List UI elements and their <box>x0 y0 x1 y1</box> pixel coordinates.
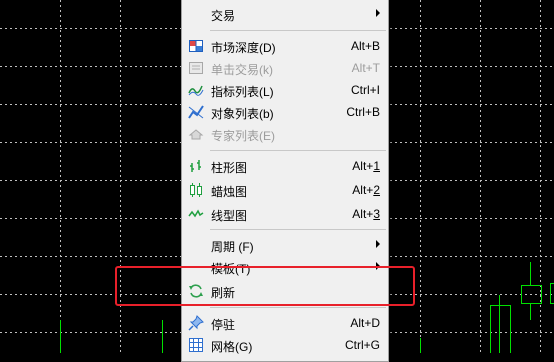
menu-item-shortcut: Alt+1 <box>352 159 380 173</box>
menu-item-label: 停驻 <box>211 316 235 333</box>
menu-item-shortcut: Alt+T <box>352 61 380 75</box>
chart-context-menu: 交易 市场深度(D) Alt+B 单击交易(k) Alt+T 指标列表(L) C… <box>181 0 389 362</box>
menu-item-label: 线型图 <box>211 207 247 224</box>
menu-item-shortcut: Ctrl+I <box>351 83 380 97</box>
menu-separator <box>210 229 386 230</box>
line-chart-icon <box>188 206 204 222</box>
bar-chart-icon <box>188 158 204 174</box>
menu-item-trade[interactable]: 交易 <box>182 3 388 25</box>
menu-item-bar-chart[interactable]: 柱形图 Alt+1 <box>182 155 388 177</box>
menu-item-shortcut: Alt+B <box>351 39 380 53</box>
candlestick-icon <box>188 182 204 198</box>
menu-separator <box>210 150 386 151</box>
menu-item-label: 指标列表(L) <box>211 83 274 100</box>
menu-item-label: 单击交易(k) <box>211 61 273 78</box>
menu-item-candlestick[interactable]: 蜡烛图 Alt+2 <box>182 179 388 201</box>
menu-item-label: 蜡烛图 <box>211 183 247 200</box>
menu-item-label: 网格(G) <box>211 338 252 355</box>
submenu-arrow-icon <box>376 9 380 17</box>
menu-item-one-click-trading[interactable]: 单击交易(k) Alt+T <box>182 57 388 79</box>
menu-item-label: 市场深度(D) <box>211 39 276 56</box>
menu-item-object-list[interactable]: 对象列表(b) Ctrl+B <box>182 101 388 123</box>
candle-body <box>491 306 511 354</box>
one-click-trading-icon <box>188 60 204 76</box>
menu-item-period[interactable]: 周期 (F) <box>182 234 388 256</box>
grid-icon <box>188 337 204 353</box>
market-depth-icon <box>188 38 204 54</box>
annotation-highlight-box <box>115 266 415 306</box>
submenu-arrow-icon <box>376 240 380 248</box>
menu-item-expert-list[interactable]: 专家列表(E) <box>182 123 388 145</box>
menu-separator <box>210 307 386 308</box>
menu-item-shortcut: Alt+D <box>350 316 380 330</box>
candle-body <box>551 284 554 304</box>
menu-item-shortcut: Alt+3 <box>352 207 380 221</box>
object-list-icon <box>188 104 204 120</box>
indicator-list-icon <box>188 82 204 98</box>
menu-item-label: 对象列表(b) <box>211 105 274 122</box>
menu-item-shortcut: Ctrl+B <box>346 105 380 119</box>
menu-item-shortcut: Ctrl+G <box>345 338 380 352</box>
menu-item-label: 周期 (F) <box>211 238 254 255</box>
menu-separator <box>210 30 386 31</box>
expert-list-icon <box>188 126 204 142</box>
menu-item-dock[interactable]: 停驻 Alt+D <box>182 312 388 334</box>
menu-item-line-chart[interactable]: 线型图 Alt+3 <box>182 203 388 225</box>
menu-item-label: 柱形图 <box>211 159 247 176</box>
pin-icon <box>188 315 204 331</box>
menu-item-label: 交易 <box>211 7 235 24</box>
menu-item-shortcut: Alt+2 <box>352 183 380 197</box>
menu-item-label: 专家列表(E) <box>211 127 275 144</box>
menu-item-indicator-list[interactable]: 指标列表(L) Ctrl+I <box>182 79 388 101</box>
menu-item-market-depth[interactable]: 市场深度(D) Alt+B <box>182 35 388 57</box>
